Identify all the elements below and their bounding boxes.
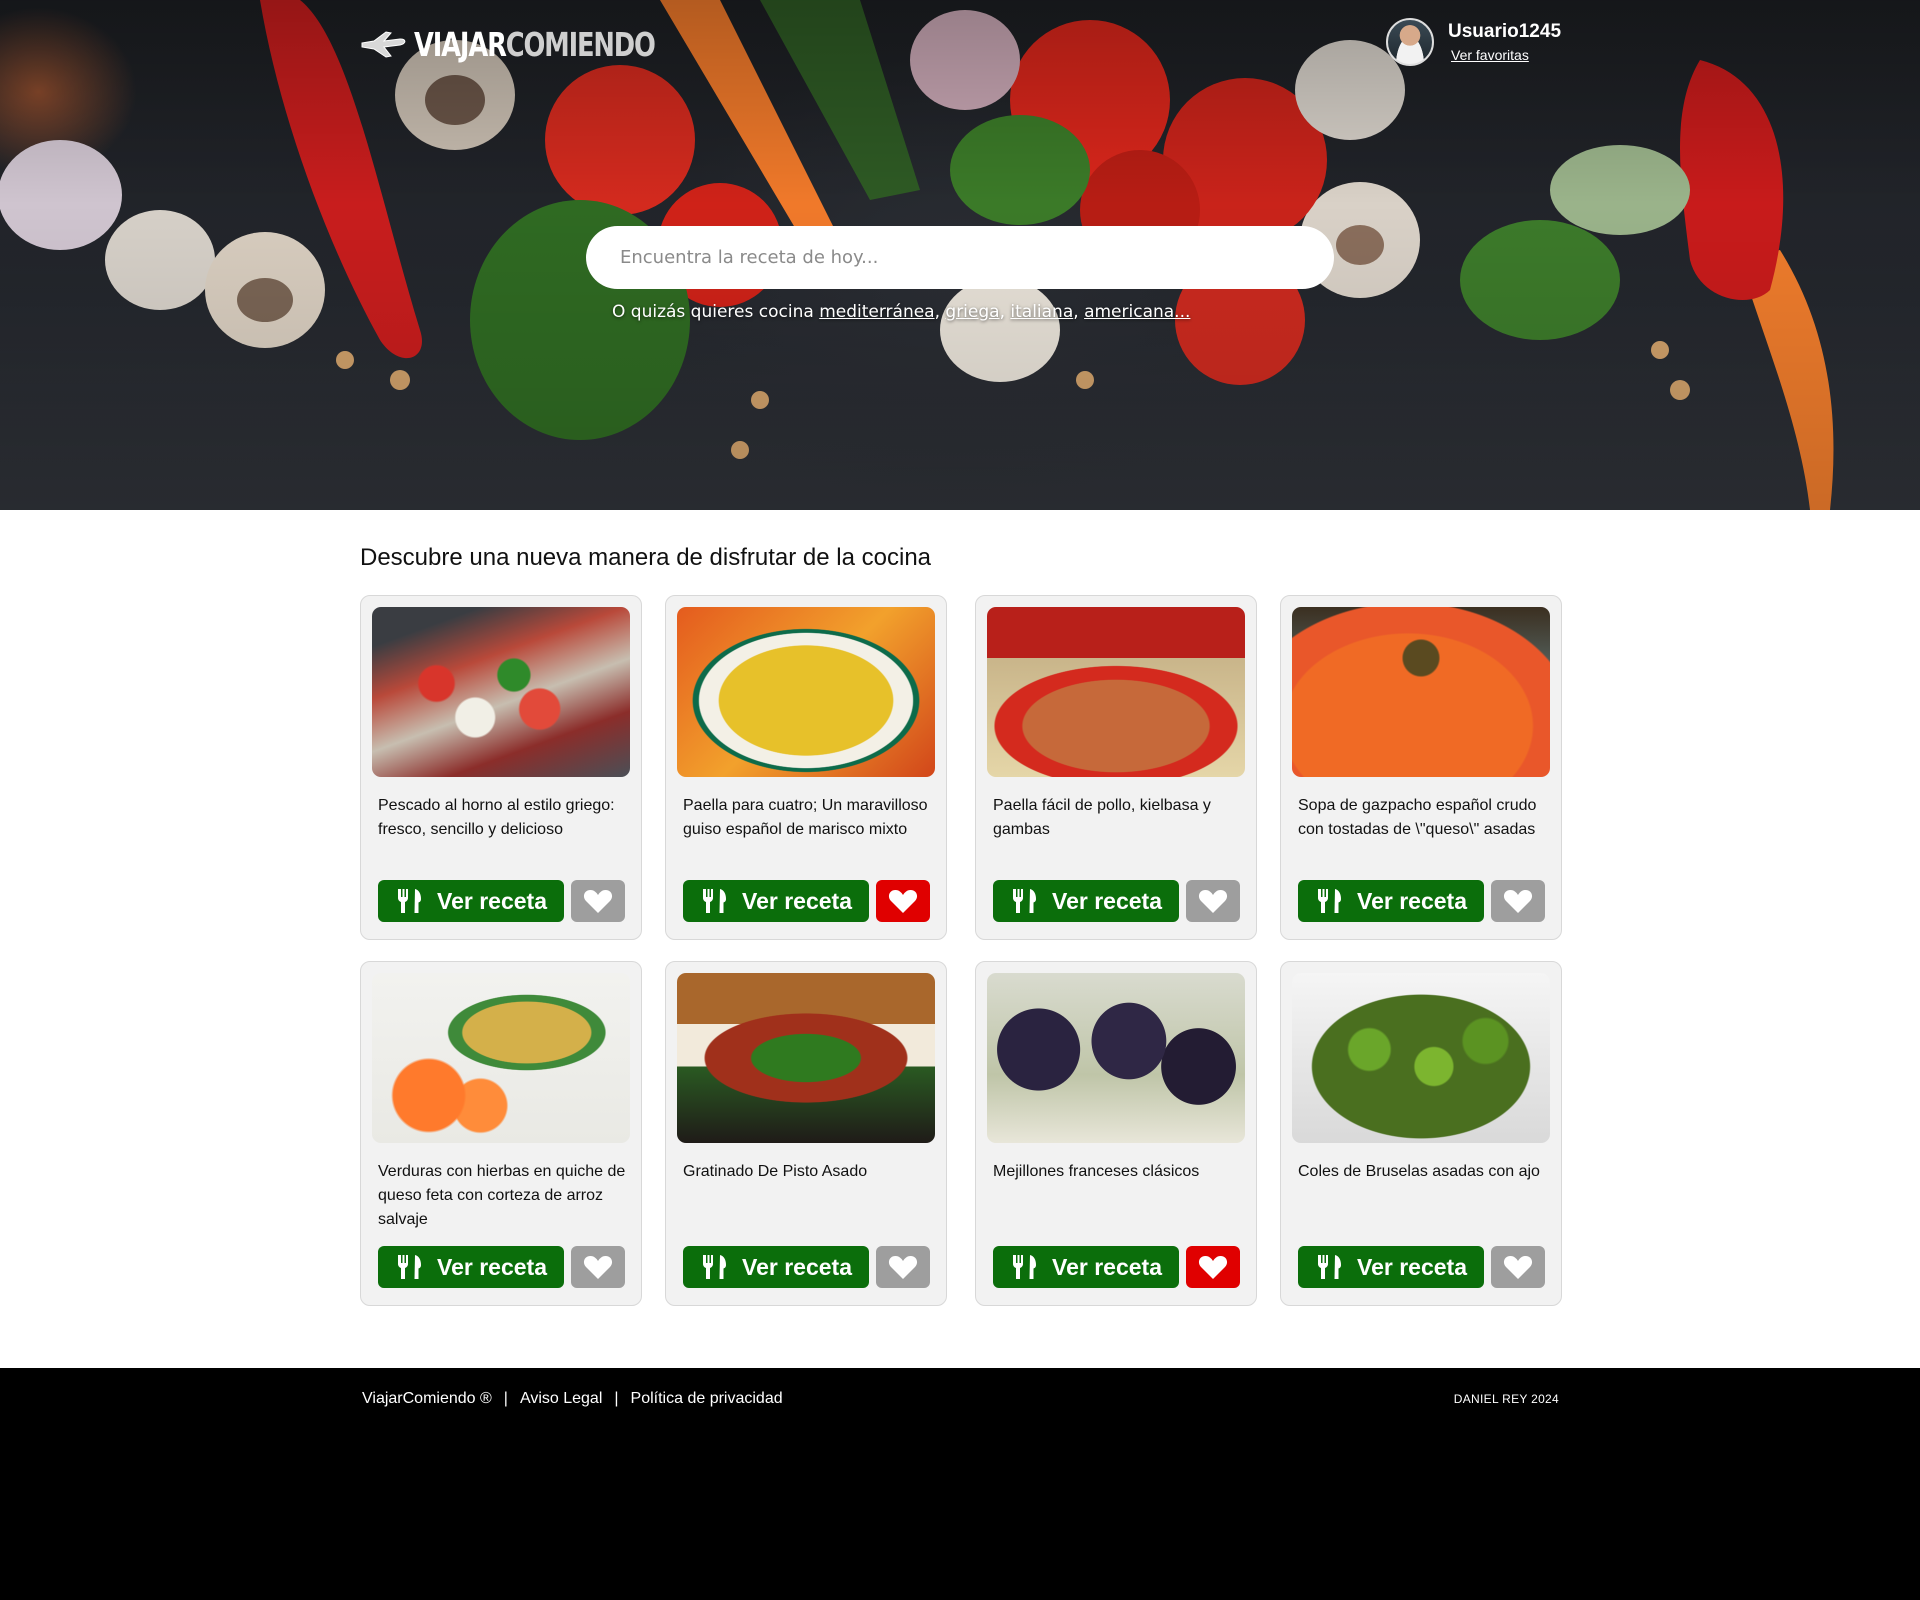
user-menu: Usuario1245 Ver favoritas — [1386, 18, 1561, 66]
footer: ViajarComiendo ® | Aviso Legal | Política de… — [0, 1368, 1920, 1600]
search-bar — [586, 226, 1334, 289]
recipe-image-gazpacho-soup[interactable] — [1292, 607, 1550, 777]
favorite-button[interactable] — [876, 880, 930, 922]
recipe-card: Verduras con hierbas en quiche de queso … — [360, 961, 642, 1306]
recipe-title: Paella fácil de pollo, kielbasa y gambas — [993, 797, 1211, 838]
utensils-icon — [1013, 1255, 1036, 1279]
recipe-image-pisto-gratin[interactable] — [677, 973, 935, 1143]
recipe-title: Mejillones franceses clásicos — [993, 1163, 1200, 1180]
view-recipe-label: Ver receta — [742, 887, 852, 914]
heart-icon — [1198, 1256, 1228, 1279]
recipe-title: Gratinado De Pisto Asado — [683, 1163, 868, 1180]
view-recipe-label: Ver receta — [437, 1253, 547, 1280]
view-recipe-button[interactable]: Ver receta — [993, 1246, 1179, 1288]
recipe-image-seafood-paella[interactable] — [677, 607, 935, 777]
heart-icon — [888, 890, 918, 913]
utensils-icon — [398, 889, 421, 913]
footer-credit: DANIEL REY 2024 — [1453, 1392, 1559, 1406]
suggestion-italian[interactable]: italiana — [1010, 302, 1073, 322]
recipe-title: Verduras con hierbas en quiche de queso … — [378, 1163, 626, 1228]
heart-icon — [583, 890, 613, 913]
heart-icon — [1503, 1256, 1533, 1279]
suggestion-greek[interactable]: griega — [945, 302, 999, 322]
view-recipe-button[interactable]: Ver receta — [993, 880, 1179, 922]
view-recipe-label: Ver receta — [437, 887, 547, 914]
recipe-card: Paella para cuatro; Un maravilloso guiso… — [665, 595, 947, 940]
logo-word-secondary: COMIENDO — [505, 25, 656, 64]
recipe-image-french-mussels[interactable] — [987, 973, 1245, 1143]
recipe-card: Mejillones franceses clásicos Ver receta — [975, 961, 1257, 1306]
cuisine-suggestions: O quizás quieres cocina mediterránea, gr… — [612, 302, 1191, 322]
recipe-title: Sopa de gazpacho español crudo con tosta… — [1298, 797, 1537, 838]
heart-icon — [1503, 890, 1533, 913]
section-title: Descubre una nueva manera de disfrutar d… — [360, 544, 932, 571]
logo-wordmark: VIAJARCOMIENDO — [414, 25, 656, 64]
view-recipe-button[interactable]: Ver receta — [1298, 880, 1484, 922]
view-recipe-button[interactable]: Ver receta — [378, 880, 564, 922]
hero-banner: VIAJARCOMIENDO Usuario1245 Ver favoritas… — [0, 0, 1920, 510]
heart-icon — [583, 1256, 613, 1279]
footer-brand: ViajarComiendo ® — [362, 1390, 492, 1407]
plane-icon — [361, 30, 406, 58]
recipe-image-vegetable-quiche[interactable] — [372, 973, 630, 1143]
recipes-section: Descubre una nueva manera de disfrutar d… — [0, 510, 1920, 1368]
view-recipe-label: Ver receta — [1357, 1253, 1467, 1280]
utensils-icon — [1318, 1255, 1341, 1279]
favorite-button[interactable] — [1186, 880, 1240, 922]
favorite-button[interactable] — [1491, 880, 1545, 922]
view-recipe-button[interactable]: Ver receta — [683, 1246, 869, 1288]
favorites-link[interactable]: Ver favoritas — [1451, 47, 1561, 63]
footer-separator: | — [503, 1390, 508, 1407]
footer-separator: | — [614, 1390, 619, 1407]
footer-links: ViajarComiendo ® | Aviso Legal | Política de… — [362, 1390, 783, 1408]
suggestion-mediterranean[interactable]: mediterránea — [819, 302, 934, 322]
view-recipe-button[interactable]: Ver receta — [683, 880, 869, 922]
search-input[interactable] — [620, 247, 1334, 268]
recipe-title: Paella para cuatro; Un maravilloso guiso… — [683, 797, 928, 838]
utensils-icon — [703, 889, 726, 913]
view-recipe-label: Ver receta — [742, 1253, 852, 1280]
recipe-card: Coles de Bruselas asadas con ajo Ver rece… — [1280, 961, 1562, 1306]
recipe-title: Pescado al horno al estilo griego: fresc… — [378, 797, 615, 838]
utensils-icon — [1013, 889, 1036, 913]
recipe-card: Pescado al horno al estilo griego: fresc… — [360, 595, 642, 940]
site-logo[interactable]: VIAJARCOMIENDO — [360, 28, 723, 61]
privacy-policy-link[interactable]: Política de privacidad — [631, 1390, 783, 1407]
favorite-button[interactable] — [1186, 1246, 1240, 1288]
avatar[interactable] — [1386, 18, 1434, 66]
favorite-button[interactable] — [876, 1246, 930, 1288]
view-recipe-label: Ver receta — [1052, 1253, 1162, 1280]
suggestion-american[interactable]: americana... — [1084, 302, 1190, 322]
logo-word-primary: VIAJAR — [414, 25, 507, 64]
recipe-image-brussels-sprouts[interactable] — [1292, 973, 1550, 1143]
recipe-card: Sopa de gazpacho español crudo con tosta… — [1280, 595, 1562, 940]
utensils-icon — [398, 1255, 421, 1279]
favorite-button[interactable] — [1491, 1246, 1545, 1288]
recipe-image-baked-greek-fish[interactable] — [372, 607, 630, 777]
view-recipe-button[interactable]: Ver receta — [378, 1246, 564, 1288]
recipe-card: Gratinado De Pisto Asado Ver receta — [665, 961, 947, 1306]
heart-icon — [888, 1256, 918, 1279]
legal-notice-link[interactable]: Aviso Legal — [520, 1390, 602, 1407]
recipe-card: Paella fácil de pollo, kielbasa y gambas… — [975, 595, 1257, 940]
recipe-image-chicken-paella[interactable] — [987, 607, 1245, 777]
view-recipe-label: Ver receta — [1052, 887, 1162, 914]
username: Usuario1245 — [1448, 21, 1562, 42]
view-recipe-button[interactable]: Ver receta — [1298, 1246, 1484, 1288]
utensils-icon — [1318, 889, 1341, 913]
user-info: Usuario1245 Ver favoritas — [1448, 21, 1561, 63]
favorite-button[interactable] — [571, 880, 625, 922]
utensils-icon — [703, 1255, 726, 1279]
heart-icon — [1198, 890, 1228, 913]
suggestion-prefix: O quizás quieres cocina — [612, 302, 814, 322]
favorite-button[interactable] — [571, 1246, 625, 1288]
view-recipe-label: Ver receta — [1357, 887, 1467, 914]
recipe-title: Coles de Bruselas asadas con ajo — [1298, 1163, 1540, 1180]
